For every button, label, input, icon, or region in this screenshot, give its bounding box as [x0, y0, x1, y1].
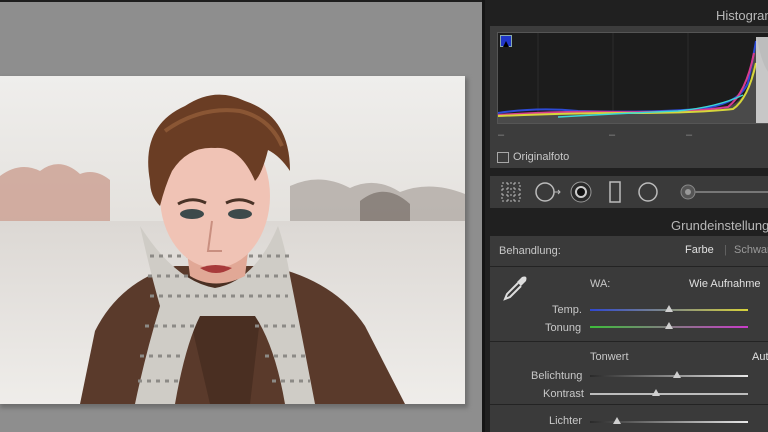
temp-label: Temp. [552, 304, 582, 316]
top-border [0, 0, 482, 2]
tint-slider-thumb[interactable] [665, 322, 673, 329]
basic-section-title[interactable]: Grundeinstellungen [671, 218, 768, 233]
contrast-label: Kontrast [543, 388, 584, 400]
original-photo-checkbox[interactable] [497, 152, 509, 163]
contrast-slider-thumb[interactable] [652, 389, 661, 396]
histogram-graph [497, 32, 768, 124]
treatment-bw-option[interactable]: Schwarzweiß [734, 244, 768, 256]
tool-strip [490, 176, 768, 208]
treatment-color-option[interactable]: Farbe [685, 244, 714, 256]
highlights-label: Lichter [549, 415, 583, 427]
treatment-separator: | [724, 244, 727, 256]
histogram-title[interactable]: Histogramm [716, 8, 768, 23]
spot-removal-icon[interactable] [535, 182, 561, 202]
wb-label: WA: [590, 278, 611, 290]
wb-dropdown[interactable]: Wie Aufnahme [689, 278, 761, 290]
histogram-info-dash-3: – [686, 129, 693, 141]
red-eye-icon[interactable] [570, 181, 592, 203]
exposure-slider[interactable] [590, 375, 748, 377]
auto-tone-button[interactable]: Auto [752, 351, 768, 363]
treatment-label: Behandlung: [499, 245, 561, 257]
crop-overlay-icon[interactable] [501, 182, 521, 202]
histogram-curves [497, 33, 768, 123]
histogram-info-dash-1: – [498, 129, 505, 141]
temp-slider-thumb[interactable] [665, 305, 673, 312]
radial-filter-icon[interactable] [638, 182, 658, 202]
portrait-image [0, 76, 465, 404]
exposure-slider-thumb[interactable] [672, 371, 681, 378]
graduated-filter-icon[interactable] [609, 181, 621, 203]
panel-divider [482, 0, 485, 432]
adjustment-brush-icon[interactable] [680, 184, 768, 200]
histogram-info-dash-2: – [609, 129, 616, 141]
exposure-label: Belichtung [531, 370, 583, 382]
original-photo-label: Originalfoto [513, 151, 570, 163]
highlights-slider-thumb[interactable] [612, 417, 621, 424]
shadow-clipping-icon[interactable] [500, 35, 512, 47]
eyedropper-icon[interactable] [498, 271, 532, 305]
presence-block [490, 405, 768, 432]
tone-label: Tonwert [590, 351, 629, 363]
contrast-slider[interactable] [590, 393, 748, 395]
tint-label: Tonung [545, 322, 582, 334]
photo-preview[interactable] [0, 76, 465, 404]
